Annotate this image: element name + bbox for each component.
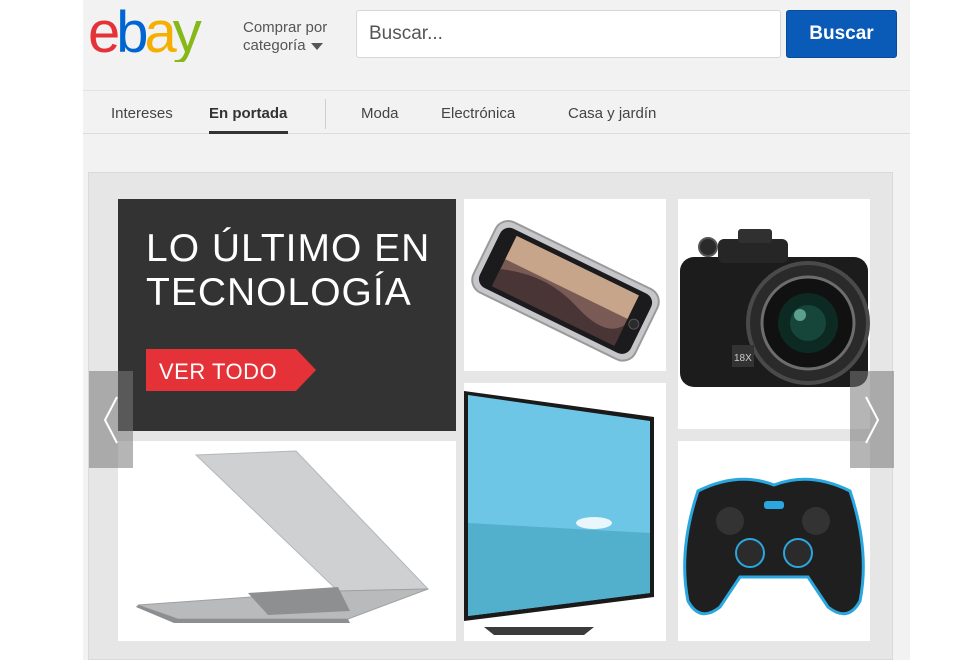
active-tab-indicator	[209, 131, 288, 134]
tab-en-portada[interactable]: En portada	[209, 105, 287, 122]
svg-text:18X: 18X	[734, 353, 752, 364]
gamepad-tile[interactable]	[678, 441, 870, 641]
category-nav: Intereses En portada Moda Electrónica Ca…	[83, 90, 910, 134]
view-all-label: VER TODO	[159, 359, 278, 384]
search-button[interactable]: Buscar	[786, 10, 897, 58]
chevron-left-icon	[103, 396, 118, 444]
hero-banner: LO ÚLTIMO EN TECNOLOGÍA VER TODO	[118, 199, 456, 431]
page: ebay Comprar por categoría Buscar Intere…	[83, 0, 910, 660]
camera-tile[interactable]: 18X	[678, 199, 870, 429]
carousel-next-button[interactable]	[850, 371, 894, 468]
search-input[interactable]	[357, 11, 780, 57]
category-label-line1: Comprar por	[243, 19, 328, 36]
nav-divider	[325, 99, 326, 129]
ebay-logo[interactable]: ebay	[88, 0, 233, 65]
tab-intereses[interactable]: Intereses	[111, 105, 173, 122]
caret-down-icon	[310, 42, 323, 50]
page-margin	[910, 0, 978, 660]
gamepad-image	[683, 477, 865, 616]
tv-tile[interactable]	[464, 383, 666, 641]
carousel-prev-button[interactable]	[89, 371, 133, 468]
shop-by-category-button[interactable]: Comprar por categoría	[243, 19, 343, 59]
smartphone-image	[471, 220, 660, 362]
svg-text:ebay: ebay	[88, 2, 202, 62]
tv-image	[464, 391, 654, 635]
search-box[interactable]	[356, 10, 781, 58]
view-all-button[interactable]: VER TODO	[146, 349, 316, 391]
featured-carousel: LO ÚLTIMO EN TECNOLOGÍA VER TODO 18X	[88, 172, 894, 660]
smartphone-tile[interactable]	[464, 199, 666, 371]
tab-moda[interactable]: Moda	[361, 105, 399, 122]
camera-image: 18X	[680, 229, 870, 387]
hero-title: LO ÚLTIMO EN TECNOLOGÍA	[146, 227, 431, 314]
laptop-image	[136, 450, 430, 623]
category-label-line2: categoría	[243, 37, 306, 54]
chevron-right-icon	[865, 396, 880, 444]
tab-electronica[interactable]: Electrónica	[441, 105, 515, 122]
tab-casa-y-jardin[interactable]: Casa y jardín	[568, 105, 656, 122]
laptop-tile[interactable]	[118, 441, 456, 641]
